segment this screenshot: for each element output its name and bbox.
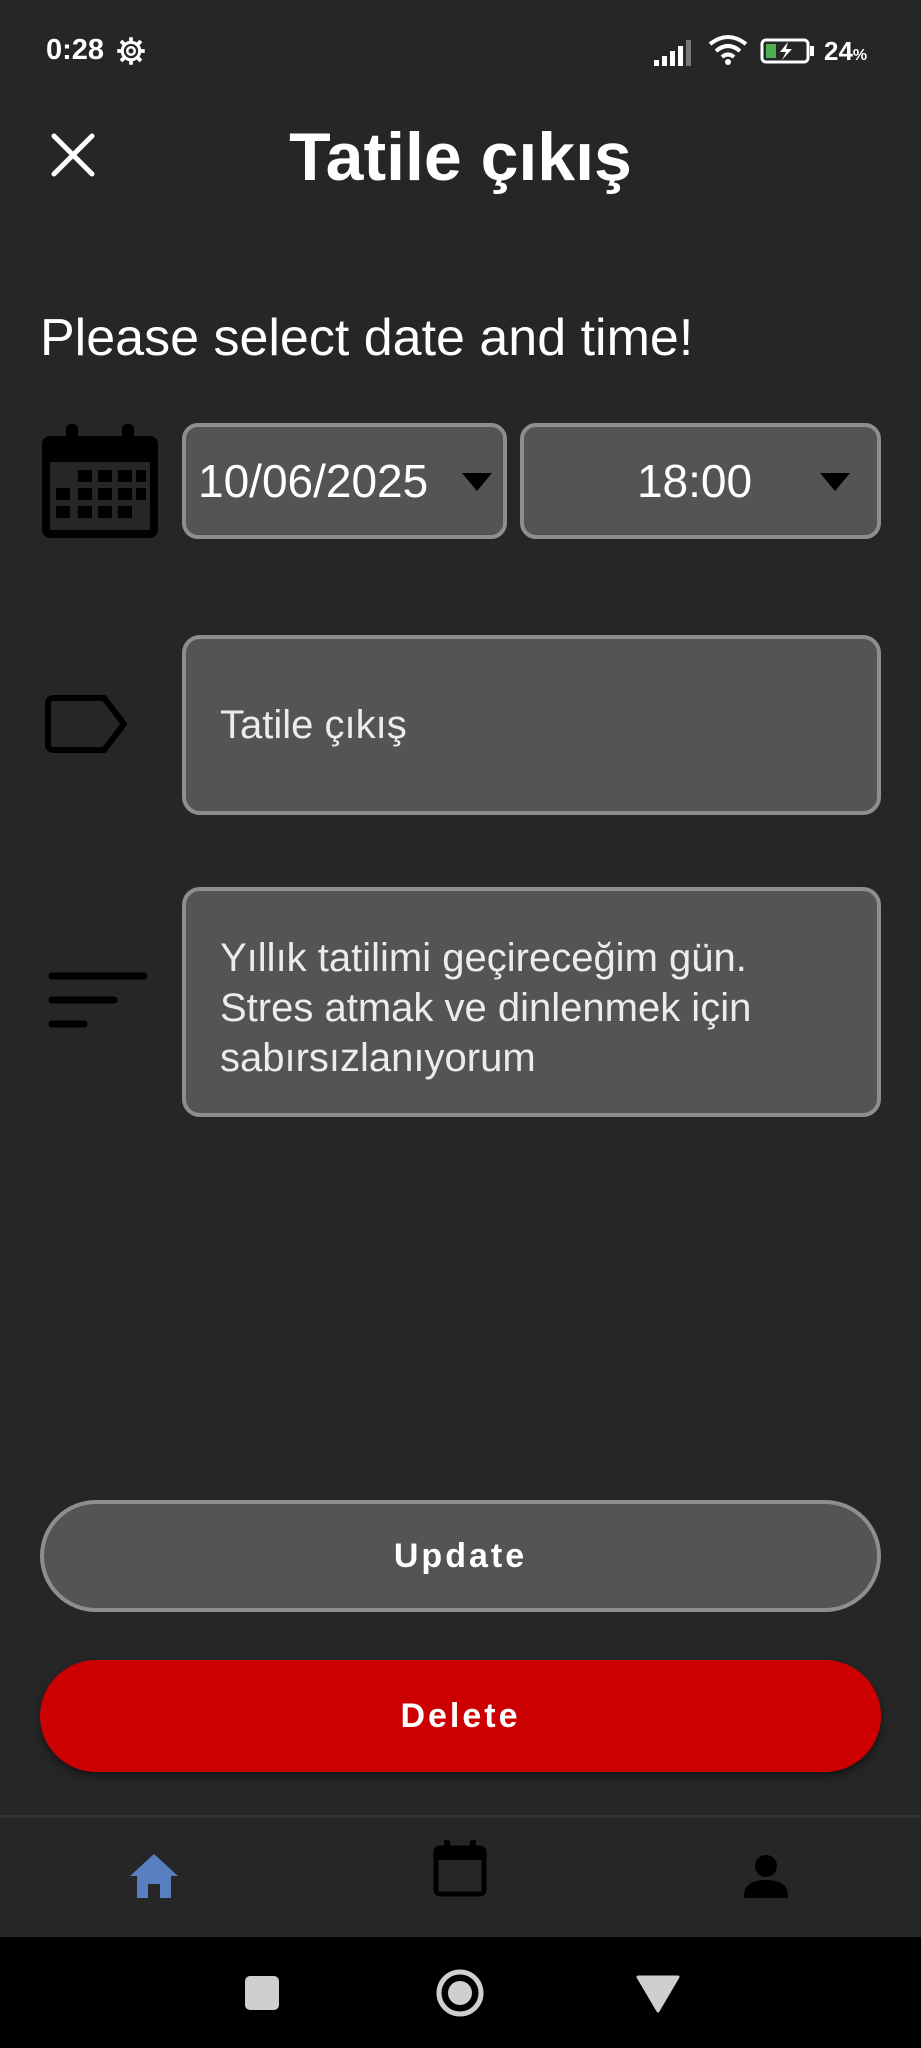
back-icon[interactable]	[632, 1967, 684, 2019]
update-button[interactable]: Update	[40, 1500, 881, 1612]
signal-icon	[654, 40, 691, 66]
label-tag-icon	[45, 695, 127, 753]
delete-button[interactable]: Delete	[40, 1660, 881, 1772]
calendar-icon	[42, 424, 158, 538]
wifi-icon	[708, 35, 748, 65]
date-value: 10/06/2025	[198, 455, 429, 507]
gear-icon	[117, 37, 145, 65]
home-icon[interactable]	[124, 1846, 184, 1906]
date-time-prompt: Please select date and time!	[40, 309, 694, 367]
notes-field[interactable]: Yıllık tatilimi geçireceğim gün. Stres a…	[182, 887, 881, 1117]
bottom-nav	[0, 1815, 921, 1940]
time-picker[interactable]: 18:00	[520, 423, 881, 539]
battery-percent: 24%	[824, 36, 868, 66]
status-time: 0:28	[46, 34, 105, 66]
title-input-value: Tatile çıkış	[220, 703, 407, 747]
person-icon[interactable]	[736, 1846, 796, 1906]
dropdown-caret-icon	[820, 473, 850, 491]
title-field[interactable]: Tatile çıkış	[182, 635, 881, 815]
page-title: Tatile çıkış	[289, 119, 632, 195]
home-button-icon[interactable]	[434, 1967, 486, 2019]
calendar-icon[interactable]	[430, 1838, 490, 1898]
notes-input-value: Yıllık tatilimi geçireceğim gün. Stres a…	[220, 936, 752, 1080]
system-nav-bar	[0, 1937, 921, 2048]
dropdown-caret-icon	[462, 473, 492, 491]
recent-apps-icon[interactable]	[236, 1967, 288, 2019]
battery-charging-icon	[760, 38, 814, 64]
date-picker[interactable]: 10/06/2025	[182, 423, 507, 539]
status-bar: 0:28 24%	[0, 0, 921, 105]
event-edit-screen: 0:28 24% Tatile çıkış Please select date…	[0, 0, 921, 2048]
notes-lines-icon	[48, 972, 148, 1028]
